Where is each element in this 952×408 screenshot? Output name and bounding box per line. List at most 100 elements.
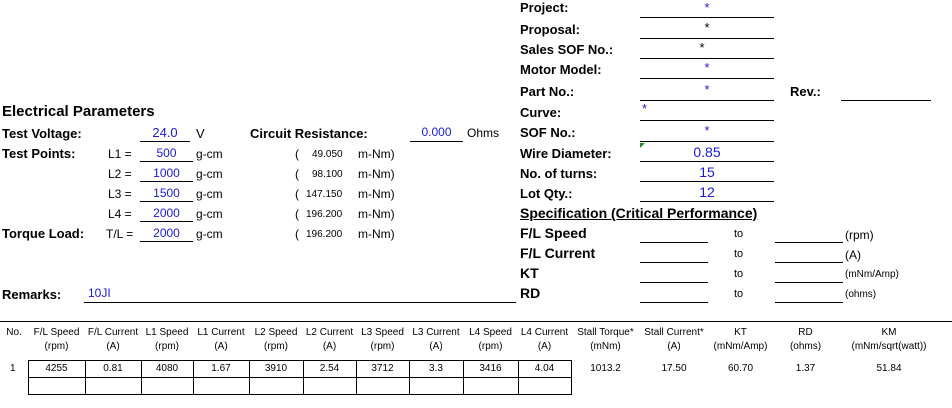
circuit-resistance-label: Circuit Resistance: (250, 126, 368, 141)
torque-load-label: Torque Load: (2, 226, 85, 241)
motor-model-field[interactable]: * (640, 60, 774, 79)
remarks-value[interactable]: 10JI (88, 286, 111, 300)
column-header: F/L Speed (rpm) (28, 326, 85, 354)
table-cell-box[interactable] (518, 377, 572, 395)
test-point-nm-unit: m-Nm) (358, 167, 395, 181)
electrical-title: Electrical Parameters (2, 103, 155, 120)
table-cell: 4255 (45, 363, 68, 374)
column-header: L4 Current (A) (518, 326, 571, 354)
spec-max-field[interactable] (775, 302, 843, 303)
spec-unit: (mNm/Amp) (845, 269, 899, 280)
column-header: RD (ohms) (773, 326, 838, 354)
spec-to: to (734, 268, 744, 280)
table-cell-box[interactable] (463, 377, 519, 395)
table-cell: 3712 (371, 363, 394, 374)
sof-no-field[interactable]: * (640, 123, 774, 142)
proposal-field[interactable]: * (640, 20, 774, 39)
sof-no-label: SOF No.: (520, 125, 576, 140)
test-point-value[interactable]: 1500 (140, 186, 193, 202)
column-header-title: F/L Current (87, 327, 139, 338)
test-point-nm-unit: m-Nm) (358, 187, 395, 201)
spec-to: to (734, 288, 744, 300)
column-header-unit: (A) (429, 341, 443, 352)
table-cell-box[interactable] (409, 377, 464, 395)
test-point-nm: 196.200 (306, 229, 343, 240)
wire-diameter-label: Wire Diameter: (520, 146, 612, 161)
circuit-resistance-field[interactable]: 0.000 (410, 125, 463, 142)
test-point-name: L2 = (108, 167, 132, 181)
test-voltage-field[interactable]: 24.0 (140, 125, 190, 142)
column-header: Stall Torque* (mNm) (571, 326, 640, 354)
table-cell-box[interactable] (141, 377, 194, 395)
test-point-value[interactable]: 2000 (140, 206, 193, 222)
curve-field[interactable]: * (642, 101, 647, 116)
column-header-unit: (rpm) (44, 341, 69, 352)
test-point-nm-unit: m-Nm) (358, 147, 395, 161)
table-cell: 0.81 (103, 363, 123, 374)
spec-min-field[interactable] (640, 302, 708, 303)
column-header-unit: (ohms) (789, 341, 822, 352)
column-header: L4 Speed (rpm) (463, 326, 518, 354)
table-cell: 3.3 (429, 363, 443, 374)
open-paren: ( (295, 167, 299, 181)
table-cell: 1013.2 (590, 363, 621, 374)
spec-min-field[interactable] (640, 262, 708, 263)
column-header: F/L Current (A) (85, 326, 141, 354)
specification-title: Specification (Critical Performance) (520, 205, 758, 221)
table-cell-box[interactable] (28, 377, 86, 395)
column-header-unit: (rpm) (155, 341, 179, 352)
test-point-name: L4 = (108, 207, 132, 221)
column-header-unit: (A) (214, 341, 228, 352)
spec-min-field[interactable] (640, 242, 708, 243)
column-header-title: No. (6, 327, 22, 338)
test-point-nm: 147.150 (306, 189, 343, 200)
test-point-value[interactable]: 500 (140, 146, 193, 162)
lot-qty-field[interactable]: 12 (640, 184, 774, 202)
column-header-title: L4 Speed (469, 327, 512, 338)
test-point-nm-unit: m-Nm) (358, 227, 395, 241)
spec-min-field[interactable] (640, 282, 708, 283)
wire-diameter-field[interactable]: 0.85 (640, 144, 774, 162)
table-cell: 1.37 (795, 363, 816, 374)
part-no-label: Part No.: (520, 84, 575, 99)
spec-max-field[interactable] (775, 282, 843, 283)
turns-field[interactable]: 15 (640, 164, 774, 182)
spec-unit: (ohms) (845, 289, 877, 300)
sales-sof-field[interactable]: * (640, 40, 764, 59)
test-point-unit: g-cm (196, 227, 223, 241)
torque-load-value[interactable]: 2000 (140, 226, 193, 242)
spec-label: F/L Current (520, 245, 596, 261)
curve-label: Curve: (520, 105, 562, 120)
column-header-unit: (mNm/Amp) (713, 341, 768, 352)
column-header-unit: (mNm) (590, 341, 621, 352)
table-cell-box[interactable] (356, 377, 410, 395)
test-point-value[interactable]: 1000 (140, 166, 193, 182)
open-paren: ( (295, 227, 299, 241)
table-cell: 3416 (479, 363, 502, 374)
spec-to: to (734, 248, 744, 260)
turns-label: No. of turns: (520, 166, 598, 181)
rev-field[interactable] (841, 84, 931, 101)
part-no-field[interactable]: * (640, 82, 774, 101)
table-cell-box[interactable] (85, 377, 142, 395)
sales-sof-underline (640, 58, 774, 59)
spec-max-field[interactable] (775, 262, 843, 263)
spec-to: to (734, 228, 744, 240)
table-cell-box[interactable] (249, 377, 304, 395)
column-header-title: L1 Current (197, 327, 245, 338)
table-cell-box[interactable] (303, 377, 357, 395)
table-cell: 51.84 (876, 363, 902, 374)
circuit-resistance-unit: Ohms (467, 126, 500, 140)
table-cell: 4080 (155, 363, 179, 374)
column-header-unit: (A) (667, 341, 681, 352)
motor-model-label: Motor Model: (520, 62, 602, 77)
project-field[interactable]: * (640, 0, 774, 18)
column-header-title: L2 Speed (254, 327, 298, 338)
test-point-nm: 98.100 (312, 169, 343, 180)
test-point-nm: 49.050 (312, 149, 343, 160)
spec-max-field[interactable] (775, 242, 843, 243)
table-cell-box[interactable] (193, 377, 250, 395)
rev-label: Rev.: (790, 84, 821, 99)
column-header: L2 Speed (rpm) (249, 326, 303, 354)
column-header-title: F/L Speed (33, 327, 80, 338)
